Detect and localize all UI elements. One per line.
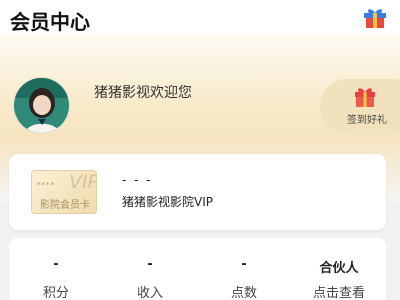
stat-value: 合伙人 (319, 261, 359, 276)
gift-box-icon[interactable] (362, 7, 388, 29)
stat-label: 点数 (230, 286, 257, 300)
vip-badge-label: 影院会员卡 (40, 200, 90, 211)
avatar[interactable] (13, 77, 70, 134)
stat-label: 点击查看 (312, 286, 365, 300)
stat-credits[interactable]: - 点数 (197, 238, 291, 300)
stat-label: 收入 (136, 286, 163, 300)
vip-card-badge: **** VIP 影院会员卡 (31, 170, 97, 214)
stat-label: 积分 (42, 286, 69, 300)
stat-income[interactable]: - 收入 (103, 238, 197, 300)
welcome-text: 猪猪影视欢迎您 (94, 85, 192, 101)
stat-value: - (241, 257, 247, 272)
stat-points[interactable]: - 积分 (9, 238, 103, 300)
page-title: 会员中心 (10, 10, 90, 34)
top-bar: 会员中心 (0, 0, 400, 34)
signin-gift-button[interactable]: 签到好礼 (320, 79, 400, 134)
signin-label: 签到好礼 (347, 115, 387, 126)
stat-partner[interactable]: 合伙人 点击查看 (292, 238, 386, 300)
vip-badge-watermark: VIP (68, 171, 97, 193)
vip-name: 猪猪影视影院VIP (122, 195, 213, 209)
vip-card[interactable]: **** VIP 影院会员卡 - - - 猪猪影视影院VIP (9, 154, 386, 230)
vip-status: - - - (122, 173, 153, 187)
stats-card: - 积分 - 收入 - 点数 合伙人 点击查看 (9, 238, 386, 300)
vip-badge-stars: **** (37, 181, 55, 189)
gift-icon (353, 86, 377, 108)
stat-value: - (53, 257, 59, 272)
stat-value: - (147, 257, 153, 272)
